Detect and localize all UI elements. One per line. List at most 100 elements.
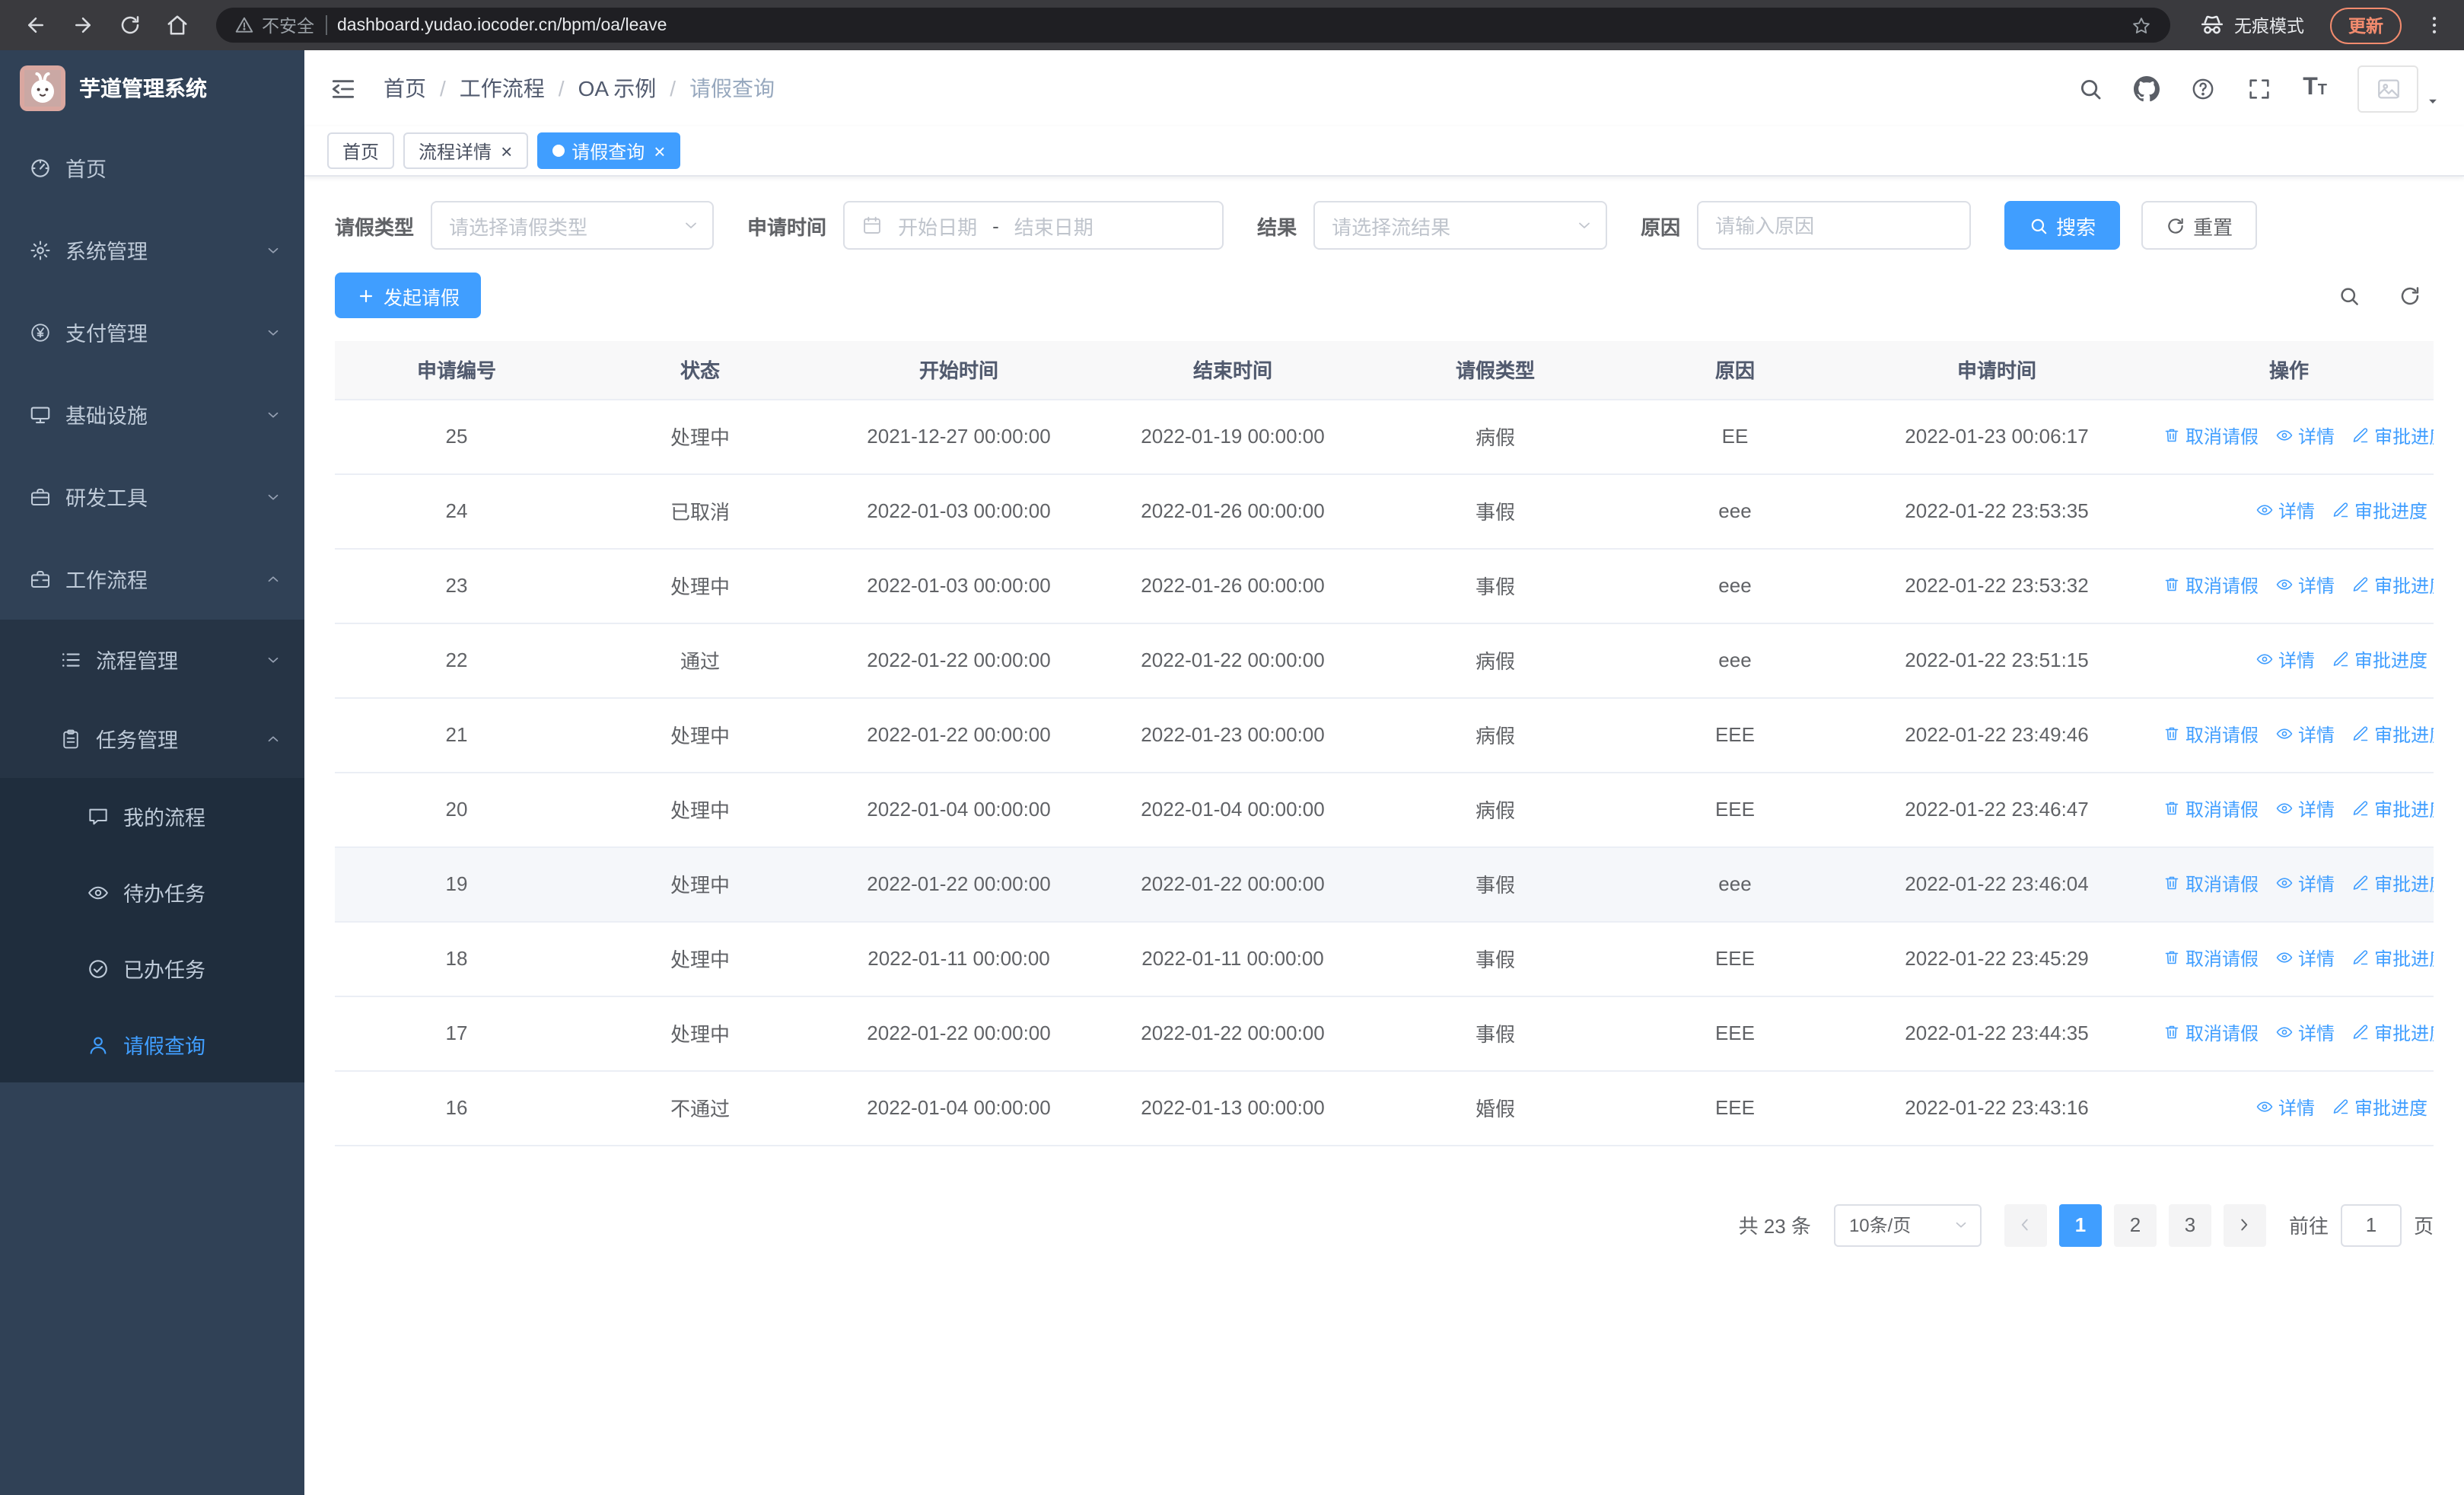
refresh-table-icon[interactable] [2399, 284, 2421, 307]
action-label: 详情 [2278, 500, 2315, 522]
progress-action-link[interactable]: 审批进度 [2351, 945, 2434, 971]
toggle-search-icon[interactable] [2338, 284, 2361, 307]
detail-action-link[interactable]: 详情 [2275, 945, 2335, 971]
cancel-action-link[interactable]: 取消请假 [2163, 945, 2259, 971]
dashboard-icon [29, 156, 52, 179]
sidebar-item-process-mgmt[interactable]: 流程管理 [0, 620, 304, 699]
app-logo[interactable]: 芋道管理系统 [0, 50, 304, 126]
browser-update-button[interactable]: 更新 [2330, 7, 2402, 43]
breadcrumb-item[interactable]: OA 示例 [578, 73, 657, 104]
sidebar-item-payment[interactable]: 支付管理 [0, 291, 304, 373]
browser-back-icon[interactable] [15, 5, 55, 45]
url-text[interactable]: dashboard.yudao.iocoder.cn/bpm/oa/leave [337, 16, 667, 34]
sidebar-item-system[interactable]: 系统管理 [0, 209, 304, 291]
incognito-indicator: 无痕模式 [2199, 12, 2304, 38]
tab-home[interactable]: 首页 [327, 132, 395, 169]
chevron-down-icon [265, 488, 282, 505]
page-button-2[interactable]: 2 [2113, 1203, 2157, 1246]
edit-icon [2351, 1024, 2370, 1042]
status-cell: 处理中 [578, 772, 822, 847]
sidebar-item-task-mgmt[interactable]: 任务管理 [0, 699, 304, 778]
browser-home-icon[interactable] [157, 5, 196, 45]
detail-action-link[interactable]: 详情 [2255, 647, 2315, 673]
browser-reload-icon[interactable] [110, 5, 149, 45]
page-button-1[interactable]: 1 [2058, 1203, 2102, 1246]
collapse-sidebar-icon[interactable] [329, 74, 358, 103]
leave-type-select[interactable]: 请选择请假类型 [431, 201, 715, 250]
font-size-icon[interactable]: TT [2303, 75, 2327, 102]
progress-action-link[interactable]: 审批进度 [2351, 871, 2434, 897]
cancel-action-link[interactable]: 取消请假 [2163, 1020, 2259, 1046]
tab-leave-query[interactable]: 请假查询 × [536, 132, 681, 169]
progress-action-link[interactable]: 审批进度 [2332, 647, 2427, 673]
detail-action-link[interactable]: 详情 [2275, 871, 2335, 897]
browser-menu-icon[interactable] [2418, 5, 2449, 45]
request-id-cell: 23 [335, 548, 578, 623]
page-button-3[interactable]: 3 [2168, 1203, 2211, 1246]
close-icon[interactable]: × [654, 141, 665, 161]
sidebar-item-done-tasks[interactable]: 已办任务 [0, 930, 304, 1006]
user-avatar[interactable] [2357, 65, 2440, 112]
app-header: 首页 / 工作流程 / OA 示例 / 请假查询 TT [304, 50, 2464, 126]
sidebar-item-workflow[interactable]: 工作流程 [0, 537, 304, 620]
prev-page-button[interactable] [2004, 1203, 2047, 1246]
goto-page-input[interactable] [2340, 1203, 2402, 1246]
apply-time-cell: 2022-01-22 23:51:15 [1849, 623, 2144, 698]
search-button[interactable]: 搜索 [2004, 201, 2121, 250]
actions-cell: 取消请假 详情 审批进度 [2144, 846, 2434, 922]
sidebar-item-dev-tools[interactable]: 研发工具 [0, 455, 304, 537]
sidebar-item-infrastructure[interactable]: 基础设施 [0, 373, 304, 455]
detail-action-link[interactable]: 详情 [2255, 1095, 2315, 1120]
result-select[interactable]: 请选择流结果 [1313, 201, 1608, 250]
detail-action-link[interactable]: 详情 [2275, 423, 2335, 449]
progress-action-link[interactable]: 审批进度 [2351, 722, 2434, 748]
actions-cell: 取消请假 详情 审批进度 [2144, 996, 2434, 1071]
progress-action-link[interactable]: 审批进度 [2351, 423, 2434, 449]
fullscreen-icon[interactable] [2246, 75, 2272, 101]
sidebar-item-home[interactable]: 首页 [0, 126, 304, 209]
progress-action-link[interactable]: 审批进度 [2351, 1020, 2434, 1046]
detail-action-link[interactable]: 详情 [2275, 796, 2335, 822]
breadcrumb-separator: / [670, 76, 676, 100]
page-size-select[interactable]: 10条/页 [1833, 1203, 1982, 1246]
breadcrumb-item[interactable]: 工作流程 [460, 73, 545, 104]
progress-action-link[interactable]: 审批进度 [2351, 796, 2434, 822]
browser-forward-icon[interactable] [62, 5, 102, 45]
bookmark-star-icon[interactable] [2131, 14, 2152, 36]
progress-action-link[interactable]: 审批进度 [2332, 498, 2427, 524]
reason-input[interactable] [1697, 201, 1972, 250]
address-bar[interactable]: 不安全 dashboard.yudao.iocoder.cn/bpm/oa/le… [216, 8, 2170, 43]
github-icon[interactable] [2134, 75, 2160, 101]
detail-action-link[interactable]: 详情 [2275, 572, 2335, 598]
sidebar-item-my-process[interactable]: 我的流程 [0, 778, 304, 854]
apply-time-range-picker[interactable]: 开始日期 - 结束日期 [843, 201, 1224, 250]
reason-cell: eee [1621, 623, 1849, 698]
cancel-action-link[interactable]: 取消请假 [2163, 423, 2259, 449]
progress-action-link[interactable]: 审批进度 [2351, 572, 2434, 598]
header-search-icon[interactable] [2077, 75, 2103, 101]
create-leave-button[interactable]: 发起请假 [335, 273, 482, 318]
next-page-button[interactable] [2223, 1203, 2266, 1246]
detail-action-link[interactable]: 详情 [2255, 498, 2315, 524]
security-warning[interactable]: 不安全 [234, 13, 314, 37]
close-icon[interactable]: × [501, 141, 512, 161]
progress-action-link[interactable]: 审批进度 [2332, 1095, 2427, 1120]
sidebar-item-leave-query[interactable]: 请假查询 [0, 1006, 304, 1082]
cancel-action-link[interactable]: 取消请假 [2163, 871, 2259, 897]
cancel-action-link[interactable]: 取消请假 [2163, 796, 2259, 822]
cancel-action-link[interactable]: 取消请假 [2163, 722, 2259, 748]
detail-action-link[interactable]: 详情 [2275, 1020, 2335, 1046]
breadcrumb-separator: / [558, 76, 565, 100]
main-area: 首页 / 工作流程 / OA 示例 / 请假查询 TT 首页 流程详情 × 请假查询 × [304, 50, 2464, 1495]
tab-process-detail[interactable]: 流程详情 × [403, 132, 528, 169]
help-icon[interactable] [2190, 75, 2216, 101]
column-header: 原因 [1621, 341, 1849, 400]
reset-button[interactable]: 重置 [2141, 201, 2258, 250]
breadcrumb-item[interactable]: 首页 [384, 73, 426, 104]
infra-icon [29, 403, 52, 426]
incognito-label: 无痕模式 [2234, 18, 2304, 36]
detail-action-link[interactable]: 详情 [2275, 722, 2335, 748]
cancel-action-link[interactable]: 取消请假 [2163, 572, 2259, 598]
sidebar-item-todo-tasks[interactable]: 待办任务 [0, 854, 304, 930]
status-cell: 已取消 [578, 473, 822, 549]
